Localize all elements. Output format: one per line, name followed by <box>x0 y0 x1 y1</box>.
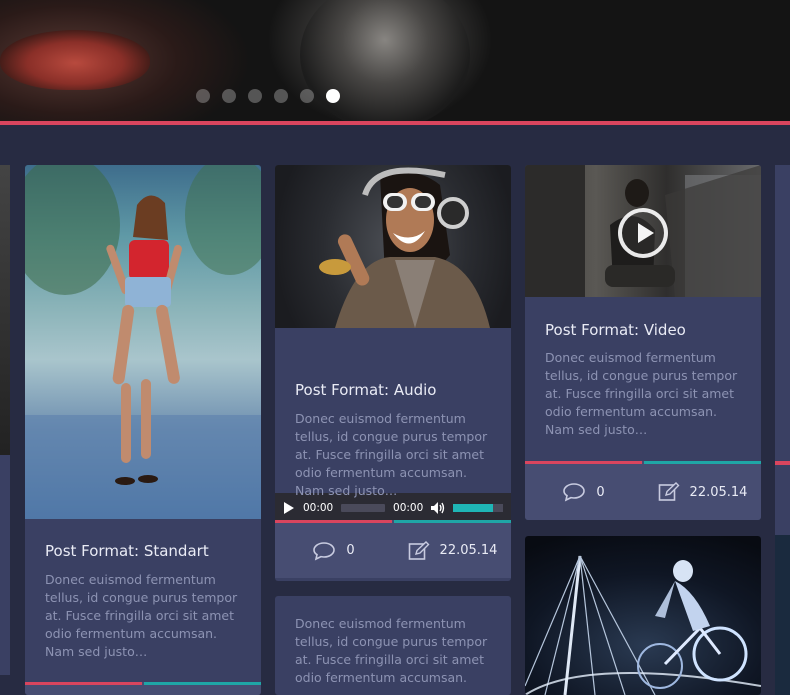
date-link[interactable]: 22.05.14 <box>394 520 511 578</box>
slider-dot-2[interactable] <box>222 89 236 103</box>
slider-dot-6-active[interactable] <box>326 89 340 103</box>
comments-link[interactable] <box>25 682 142 695</box>
speech-bubble-icon <box>563 483 586 502</box>
comment-count: 0 <box>596 484 605 500</box>
slider-dot-4[interactable] <box>274 89 288 103</box>
card-partial-right[interactable] <box>775 165 790 695</box>
volume-icon[interactable] <box>431 502 445 514</box>
post-meta-bar: 0 22.05.14 <box>275 520 511 578</box>
slider-dot-5[interactable] <box>300 89 314 103</box>
speech-bubble-icon <box>313 541 336 560</box>
post-excerpt: Donec euismod fermentum tellus, id congu… <box>545 350 738 437</box>
date-link[interactable] <box>144 682 261 695</box>
post-title[interactable]: Post Format: Standart <box>45 542 209 560</box>
post-title[interactable]: Post Format: Video <box>545 321 686 339</box>
hero-accent-border <box>0 121 790 125</box>
post-card-audio[interactable]: 00:00 00:00 Post Format: Audio Donec eui… <box>275 165 511 581</box>
post-excerpt: Donec euismod fermentum tellus, id congu… <box>45 572 238 659</box>
meta-accent <box>775 461 790 465</box>
slider-dot-1[interactable] <box>196 89 210 103</box>
post-card-next[interactable]: Donec euismod fermentum tellus, id congu… <box>275 596 511 695</box>
edit-icon <box>658 482 680 501</box>
comments-link[interactable]: 0 <box>525 461 642 520</box>
post-card-video[interactable]: Post Format: Video Donec euismod ferment… <box>525 165 761 520</box>
hero-image-hair <box>300 0 470 122</box>
edit-icon <box>408 540 430 560</box>
comment-count: 0 <box>346 543 355 558</box>
audio-progress-bar[interactable] <box>341 504 386 512</box>
post-date: 22.05.14 <box>439 543 498 558</box>
cyclist-photo <box>525 555 761 695</box>
play-icon[interactable] <box>283 502 295 514</box>
volume-level <box>453 504 494 512</box>
hero-slider[interactable] <box>0 0 790 122</box>
comments-link[interactable]: 0 <box>275 520 392 578</box>
date-link[interactable]: 22.05.14 <box>644 461 761 520</box>
post-card-standard[interactable]: Post Format: Standart Donec euismod ferm… <box>25 165 261 695</box>
woman-photo <box>25 165 261 519</box>
audio-duration: 00:00 <box>393 502 424 514</box>
post-excerpt: Donec euismod fermentum tellus, id congu… <box>295 616 488 685</box>
post-meta-bar <box>25 682 261 695</box>
slider-pagination <box>196 89 340 103</box>
video-play-button[interactable] <box>618 208 668 258</box>
post-excerpt: Donec euismod fermentum tellus, id congu… <box>295 411 488 498</box>
post-thumbnail <box>0 165 10 455</box>
card-partial-left[interactable] <box>0 165 10 675</box>
post-thumbnail[interactable] <box>275 165 511 328</box>
post-meta-bar: 0 22.05.14 <box>525 461 761 520</box>
blog-page: Post Format: Standart Donec euismod ferm… <box>0 0 790 695</box>
volume-slider[interactable] <box>453 504 504 512</box>
post-thumbnail <box>775 535 790 695</box>
post-title[interactable]: Post Format: Audio <box>295 381 436 399</box>
post-card-image[interactable] <box>525 536 761 695</box>
post-thumbnail[interactable] <box>525 536 761 695</box>
post-date: 22.05.14 <box>689 484 748 500</box>
audio-current-time: 00:00 <box>302 502 334 514</box>
slider-dot-3[interactable] <box>248 89 262 103</box>
post-thumbnail[interactable] <box>25 165 261 519</box>
post-thumbnail[interactable] <box>525 165 761 297</box>
headphones-woman-photo <box>319 167 490 328</box>
hero-image-lips <box>0 30 150 90</box>
